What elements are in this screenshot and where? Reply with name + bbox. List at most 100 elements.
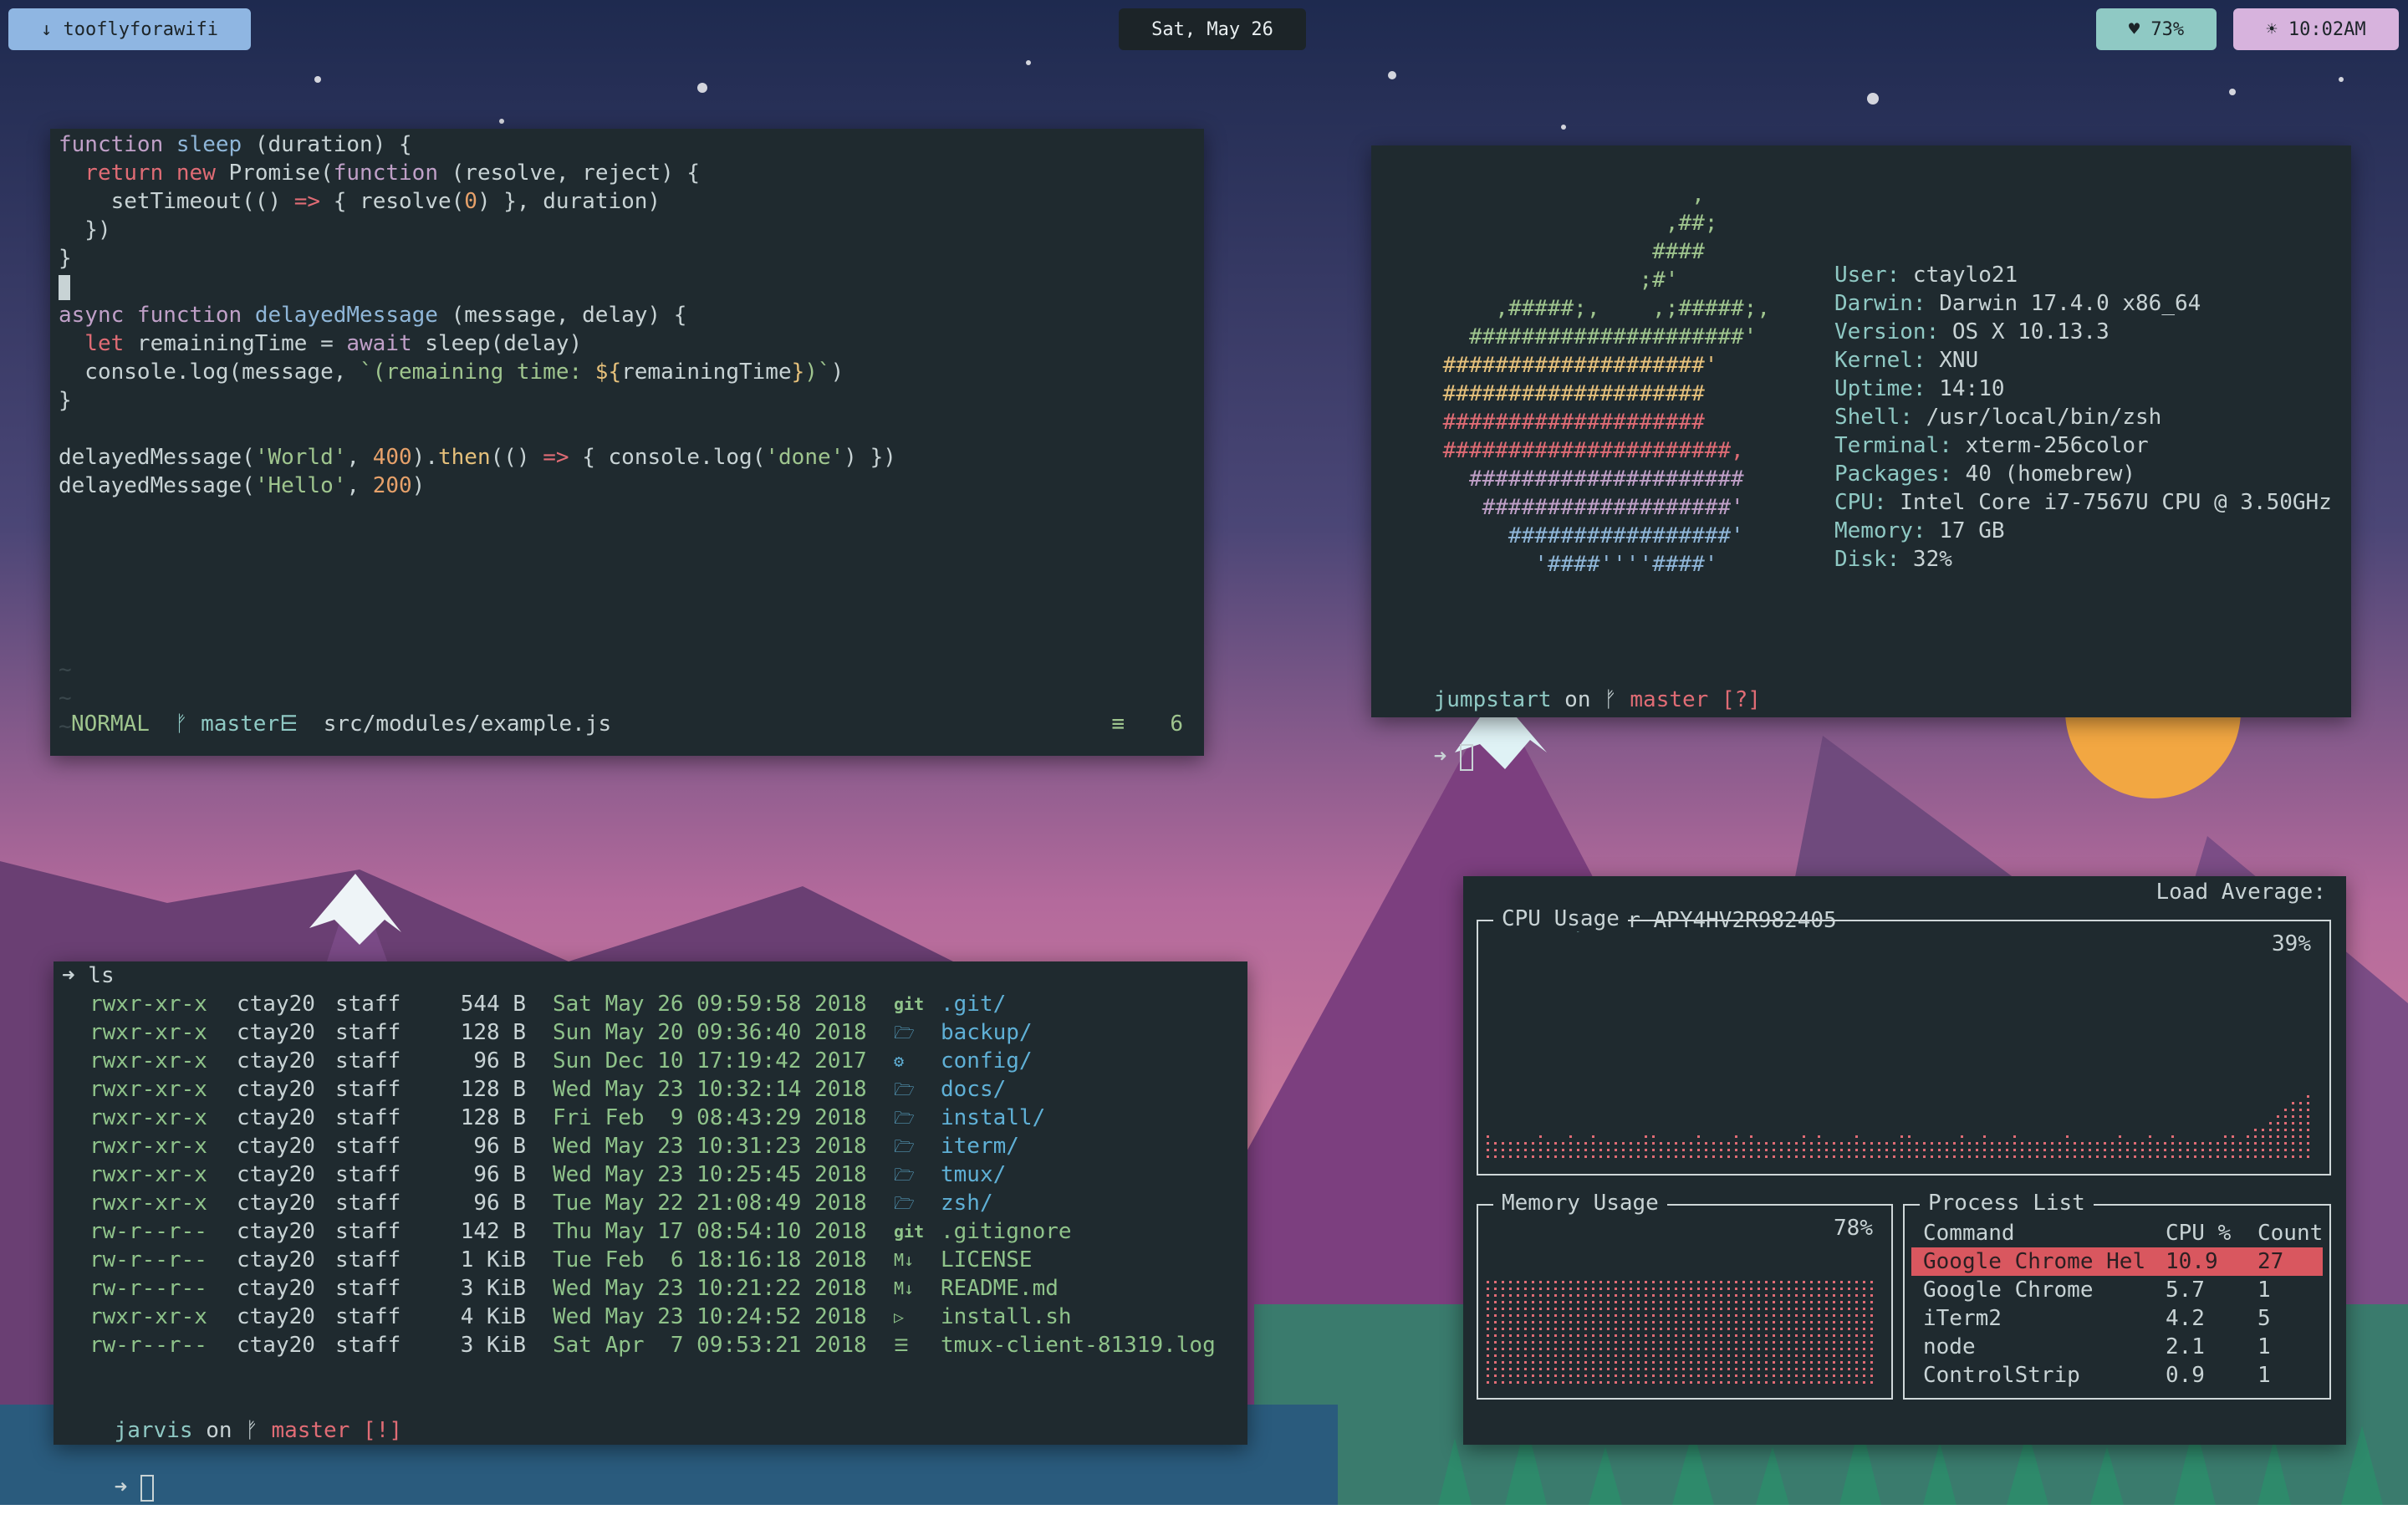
cpu-graph-dot [1539, 1135, 1542, 1138]
process-column-header[interactable]: CPU % [2154, 1219, 2246, 1247]
cpu-graph-dot [1577, 1155, 1579, 1158]
process-row[interactable]: ControlStrip 0.9 1 [1911, 1361, 2323, 1390]
file-row[interactable]: rwxr-xr-x ctay20 staff 4 KiB Wed May 23 10:2… [89, 1303, 1216, 1331]
memory-graph-dot [1622, 1281, 1625, 1283]
memory-graph-dot [1750, 1328, 1752, 1330]
memory-graph-dot [1818, 1308, 1820, 1310]
memory-graph-dot [1622, 1321, 1625, 1323]
memory-graph-dot [1765, 1328, 1768, 1330]
file-row[interactable]: rwxr-xr-x ctay20 staff 96 B Wed May 23 10:31… [89, 1132, 1216, 1160]
system-info: User: ctaylo21 Darwin: Darwin 17.4.0 x86_… [1834, 261, 2332, 574]
memory-graph-dot [1494, 1281, 1497, 1283]
neofetch-window[interactable]: , ,##; #### ;#' ,#####;, ,;#####;, #####… [1371, 145, 2351, 771]
file-row[interactable]: rwxr-xr-x ctay20 staff 544 B Sat May 26 09:5… [89, 990, 1216, 1018]
vim-editor-window[interactable]: function sleep (duration) { return new P… [50, 129, 1204, 756]
file-row[interactable]: rwxr-xr-x ctay20 staff 96 B Tue May 22 21:08… [89, 1189, 1216, 1217]
file-group: staff [335, 1020, 401, 1045]
memory-graph-dot [1637, 1341, 1640, 1344]
process-column-header[interactable]: Command [1911, 1219, 2154, 1247]
memory-graph-dot [1675, 1328, 1677, 1330]
memory-graph-dot [1863, 1314, 1865, 1317]
memory-graph-dot [1742, 1334, 1745, 1337]
cpu-graph-dot [2164, 1155, 2166, 1158]
file-permissions: rwxr-xr-x [89, 1191, 207, 1216]
memory-graph-dot [1599, 1341, 1602, 1344]
memory-graph-dot [1637, 1281, 1640, 1283]
memory-graph-dot [1554, 1368, 1557, 1370]
memory-graph-dot [1840, 1288, 1843, 1290]
memory-graph-dot [1607, 1328, 1610, 1330]
process-row[interactable]: Google Chrome 5.7 1 [1911, 1276, 2323, 1304]
file-permissions: rwxr-xr-x [89, 1077, 207, 1102]
cpu-graph-dot [2307, 1115, 2309, 1118]
memory-graph-dot [1562, 1328, 1564, 1330]
clock[interactable]: ☀ 10:02AM [2233, 8, 2399, 50]
vim-line-number: 6 [1170, 711, 1183, 737]
cpu-graph-dot [1652, 1135, 1655, 1138]
cpu-graph-dot [1870, 1149, 1873, 1151]
memory-graph-dot [1810, 1314, 1813, 1317]
memory-graph-dot [1750, 1361, 1752, 1364]
file-row[interactable]: rw-r--r-- ctay20 staff 3 KiB Wed May 23 10:2… [89, 1274, 1216, 1303]
file-row[interactable]: rwxr-xr-x ctay20 staff 128 B Wed May 23 10:3… [89, 1075, 1216, 1104]
cpu-graph-dot [1554, 1155, 1557, 1158]
memory-graph-dot [1848, 1374, 1850, 1377]
memory-graph-dot [1652, 1361, 1655, 1364]
process-row[interactable]: iTerm2 4.2 5 [1911, 1304, 2323, 1333]
memory-graph-dot [1682, 1314, 1685, 1317]
memory-graph-dot [1562, 1321, 1564, 1323]
memory-graph-dot [1810, 1348, 1813, 1350]
file-row[interactable]: rwxr-xr-x ctay20 staff 96 B Wed May 23 10:25… [89, 1160, 1216, 1189]
ls-terminal-window[interactable]: ➜ ls rwxr-xr-x ctay20 staff 544 B Sat May 26… [54, 961, 1247, 1502]
memory-graph-dot [1524, 1361, 1527, 1364]
memory-graph-dot [1599, 1288, 1602, 1290]
cpu-graph-dot [2119, 1142, 2121, 1145]
text-cursor[interactable] [1459, 743, 1473, 771]
memory-graph-dot [1742, 1341, 1745, 1344]
file-row[interactable]: rw-r--r-- ctay20 staff 3 KiB Sat Apr 7 09:53… [89, 1331, 1216, 1359]
cpu-graph-dot [1592, 1149, 1594, 1151]
file-row[interactable]: rwxr-xr-x ctay20 staff 96 B Sun Dec 10 17:19… [89, 1047, 1216, 1075]
cpu-graph-dot [2096, 1149, 2099, 1151]
memory-graph-dot [1517, 1314, 1519, 1317]
cpu-graph-dot [1735, 1142, 1737, 1145]
process-row[interactable]: node 2.1 1 [1911, 1333, 2323, 1361]
memory-graph-dot [1833, 1301, 1835, 1303]
memory-graph-dot [1547, 1328, 1549, 1330]
memory-graph-dot [1803, 1368, 1805, 1370]
memory-graph-dot [1727, 1361, 1730, 1364]
memory-graph-dot [1780, 1374, 1783, 1377]
ascii-line: #################### [1430, 381, 1705, 406]
cpu-graph-dot [1931, 1142, 1933, 1145]
file-row[interactable]: rw-r--r-- ctay20 staff 142 B Thu May 17 08:5… [89, 1217, 1216, 1246]
memory-graph-dot [1727, 1374, 1730, 1377]
memory-graph-dot [1599, 1301, 1602, 1303]
process-cpu: 2.1 [2166, 1334, 2205, 1359]
memory-graph-dot [1742, 1381, 1745, 1384]
process-row[interactable]: Google Chrome Hel 10.9 27 [1911, 1247, 2323, 1276]
file-row[interactable]: rw-r--r-- ctay20 staff 1 KiB Tue Feb 6 18:16… [89, 1246, 1216, 1274]
memory-graph-dot [1855, 1368, 1858, 1370]
battery-indicator[interactable]: ♥ 73% [2096, 8, 2217, 50]
file-owner: ctay20 [237, 1333, 315, 1358]
file-group: staff [335, 1191, 401, 1216]
cpu-graph-dot [1742, 1149, 1745, 1151]
cpu-graph-dot [2186, 1142, 2189, 1145]
file-row[interactable]: rwxr-xr-x ctay20 staff 128 B Fri Feb 9 08:43… [89, 1104, 1216, 1132]
process-column-header[interactable]: Count [2246, 1219, 2323, 1247]
memory-graph-dot [1810, 1288, 1813, 1290]
memory-graph-dot [1742, 1294, 1745, 1297]
memory-graph-dot [1712, 1328, 1715, 1330]
file-row[interactable]: rwxr-xr-x ctay20 staff 128 B Sun May 20 09:3… [89, 1018, 1216, 1047]
cpu-graph-dot [1645, 1135, 1647, 1138]
text-cursor[interactable] [59, 274, 70, 300]
vtop-window[interactable]: vtop for APY4HV2R982405 Load Average: CP… [1463, 876, 2346, 1445]
wifi-indicator[interactable]: ↓ tooflyforawifi [8, 8, 251, 50]
code-buffer[interactable]: function sleep (duration) { return new P… [59, 130, 896, 500]
memory-graph-dot [1524, 1294, 1527, 1297]
memory-graph-dot [1547, 1294, 1549, 1297]
memory-graph-dot [1727, 1341, 1730, 1344]
cpu-graph-dot [2126, 1149, 2129, 1151]
memory-graph-dot [1517, 1328, 1519, 1330]
text-cursor[interactable] [140, 1474, 154, 1502]
